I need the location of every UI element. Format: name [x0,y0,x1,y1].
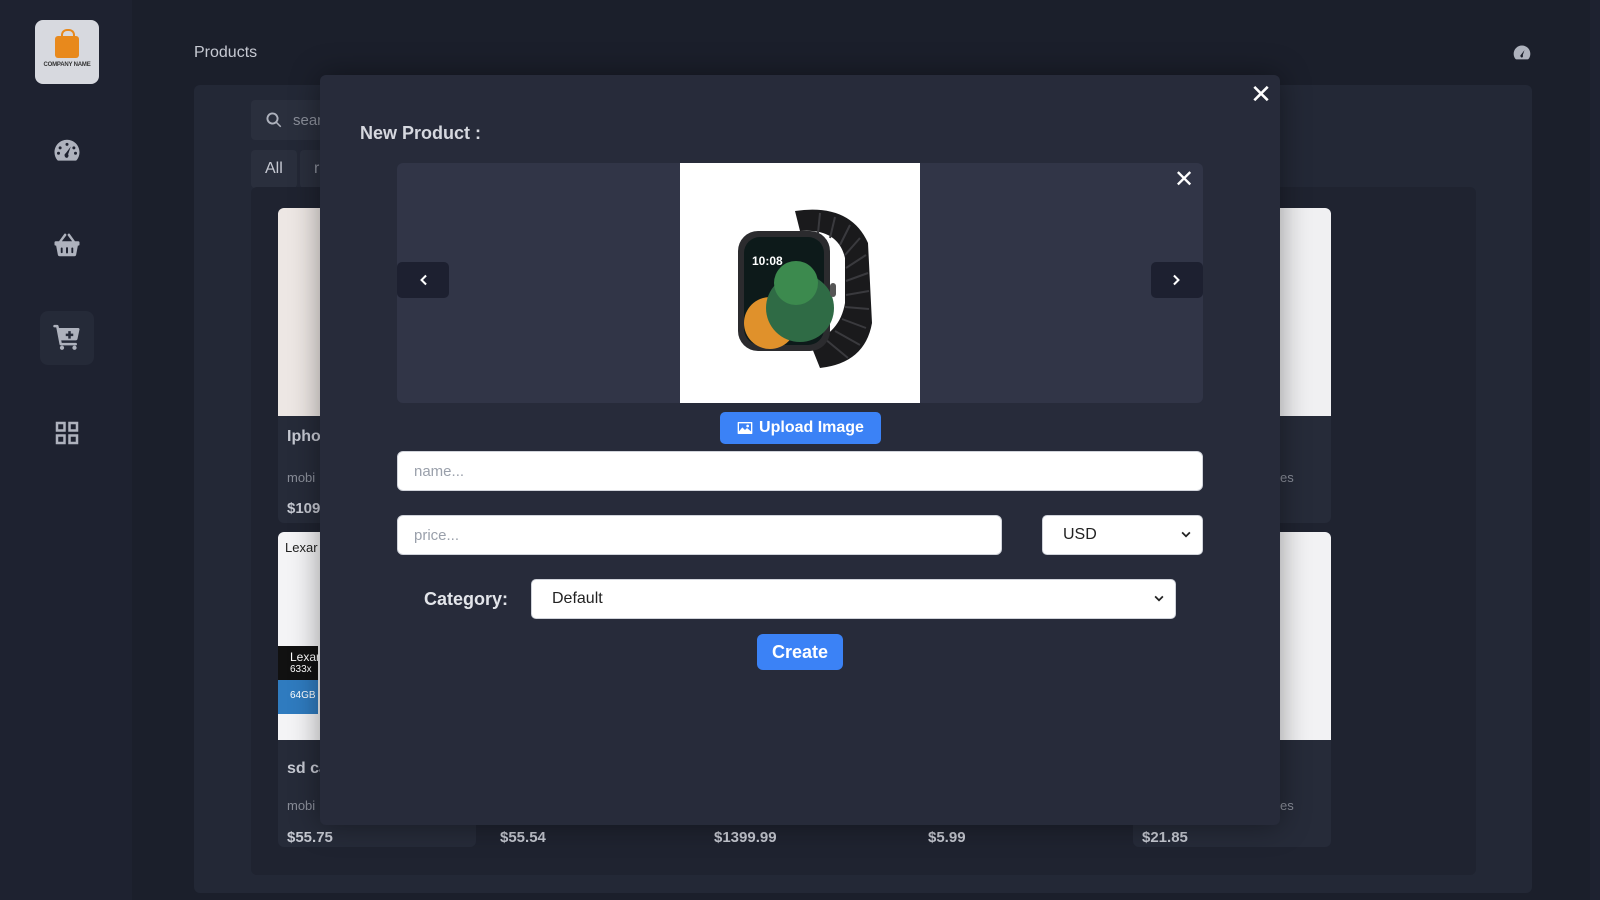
search-icon [266,112,282,128]
filter-tab-all[interactable]: All [251,150,297,188]
lexar-label: Lexar [285,540,318,555]
modal-close-icon[interactable]: ✕ [1249,81,1273,107]
sd-card-capacity: 64GB [290,690,316,701]
price-input[interactable]: price... [397,515,1002,555]
category-label: Category: [424,589,509,609]
sidebar: COMPANY NAME [0,0,132,900]
chevron-right-icon [1173,274,1180,286]
sidebar-item-orders[interactable] [40,218,94,272]
sd-card-bottom: 64GB [278,680,318,714]
category-value: Default [552,590,603,607]
upload-image-label: Upload Image [759,419,864,436]
product-price: $5.99 [928,829,966,846]
product-price: $55.54 [500,829,546,846]
product-price: $1399.99 [714,829,777,846]
product-title: Ipho [287,428,321,445]
chevron-down-icon [1154,595,1164,602]
search-placeholder: sear [293,111,323,129]
product-price: $109 [287,500,321,517]
sd-card-speed: 633x [290,664,312,675]
smartwatch-image: 10:08 [738,209,872,368]
chevron-left-icon [420,274,427,286]
product-price: $21.85 [1142,829,1188,846]
sidebar-item-categories[interactable] [40,406,94,460]
currency-select[interactable]: USD [1042,515,1203,555]
company-logo[interactable]: COMPANY NAME [35,20,99,84]
sidebar-item-dashboard[interactable] [40,124,94,178]
grid-icon [55,421,79,445]
category-select[interactable]: Default [531,579,1176,619]
product-image-preview: 10:08 [680,163,920,403]
upload-image-button[interactable]: Upload Image [720,412,881,444]
modal-title: New Product : [360,123,482,143]
carousel-next-button[interactable] [1151,262,1203,298]
product-category: es [1280,798,1294,813]
chevron-down-icon [1181,531,1191,538]
product-category: mobi [287,798,316,813]
gauge-icon [1513,45,1531,60]
create-button[interactable]: Create [757,634,843,670]
product-price: $55.75 [287,829,333,846]
gauge-icon [54,139,80,161]
shopping-bag-icon [55,29,79,58]
page-title: Products [194,44,258,61]
logo-text: COMPANY NAME [43,62,91,68]
header-gauge-button[interactable] [1512,43,1532,63]
sd-card-top: Lexar 633x [278,646,321,680]
image-icon [737,422,753,434]
carousel-prev-button[interactable] [397,262,449,298]
currency-value: USD [1063,526,1097,543]
watch-time: 10:08 [752,254,783,268]
sidebar-item-products[interactable] [40,311,94,365]
cart-plus-icon [53,324,80,350]
sd-card-brand: Lexar [290,650,321,664]
name-input[interactable]: name... [397,451,1203,491]
remove-image-icon[interactable]: ✕ [1172,168,1196,192]
basket-icon [54,233,80,257]
scrollbar[interactable] [1590,0,1600,900]
product-category: mobi [287,470,316,485]
product-category: es [1280,470,1294,485]
